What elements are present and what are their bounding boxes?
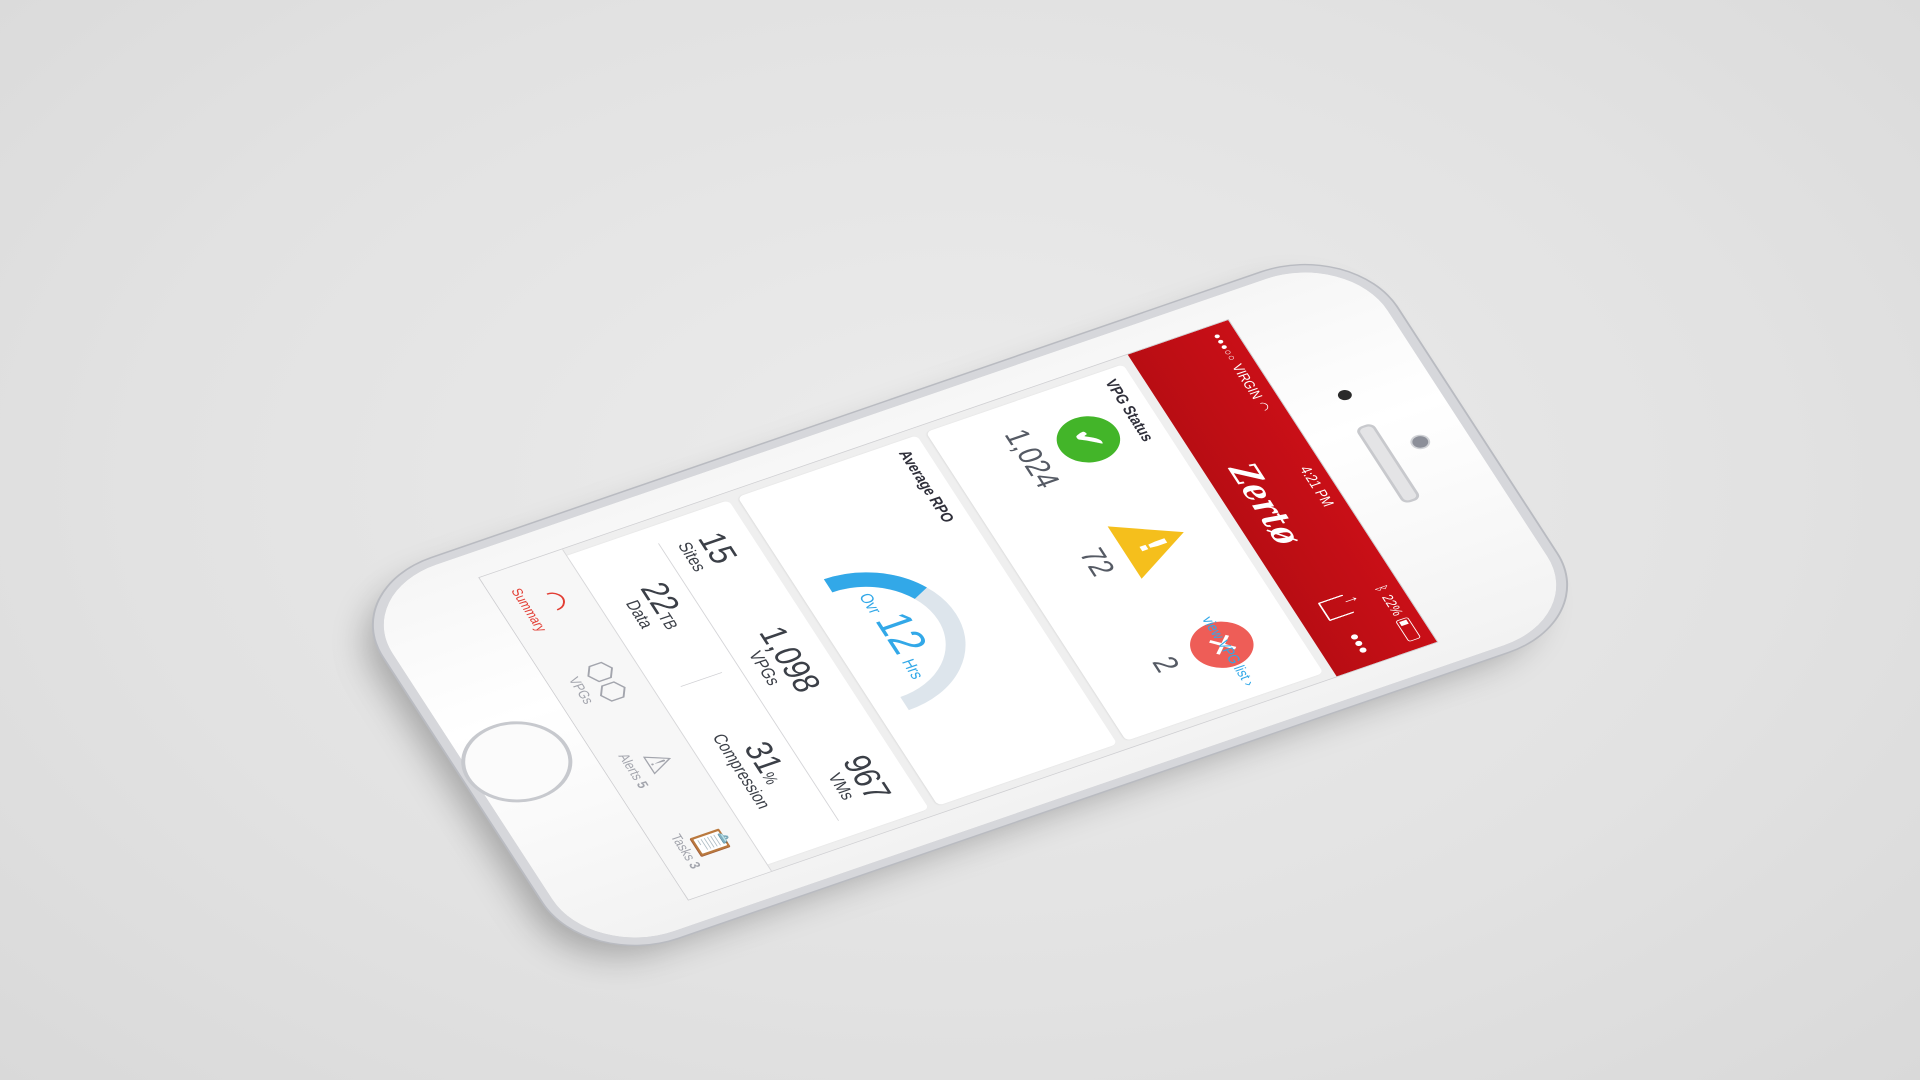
more-options-icon[interactable]: ••• (1339, 629, 1379, 658)
share-icon[interactable] (1317, 594, 1355, 622)
nav-actions: ••• (1317, 594, 1379, 658)
tab-alerts-count: 5 (633, 779, 652, 791)
stat-vms: 967 VMs (817, 751, 898, 811)
rpo-prefix: Ovr (855, 590, 886, 617)
stat-sites: 15 Sites (672, 528, 745, 574)
stats-vertical-divider (681, 672, 723, 687)
stat-vpgs: 1,098 VPGs (733, 622, 829, 703)
rpo-unit: Hrs (897, 656, 928, 682)
stat-data: 22TB Data (615, 578, 697, 640)
checkmark-icon: ✔ (1045, 408, 1131, 470)
tab-tasks-count: 3 (685, 859, 705, 871)
background: ●●●○○ VIRGIN ◠ 4:21 PM ᛒ 22% Zertø ↑ •••… (0, 0, 1920, 1080)
phone: ●●●○○ VIRGIN ◠ 4:21 PM ᛒ 22% Zertø ↑ •••… (353, 250, 1587, 960)
